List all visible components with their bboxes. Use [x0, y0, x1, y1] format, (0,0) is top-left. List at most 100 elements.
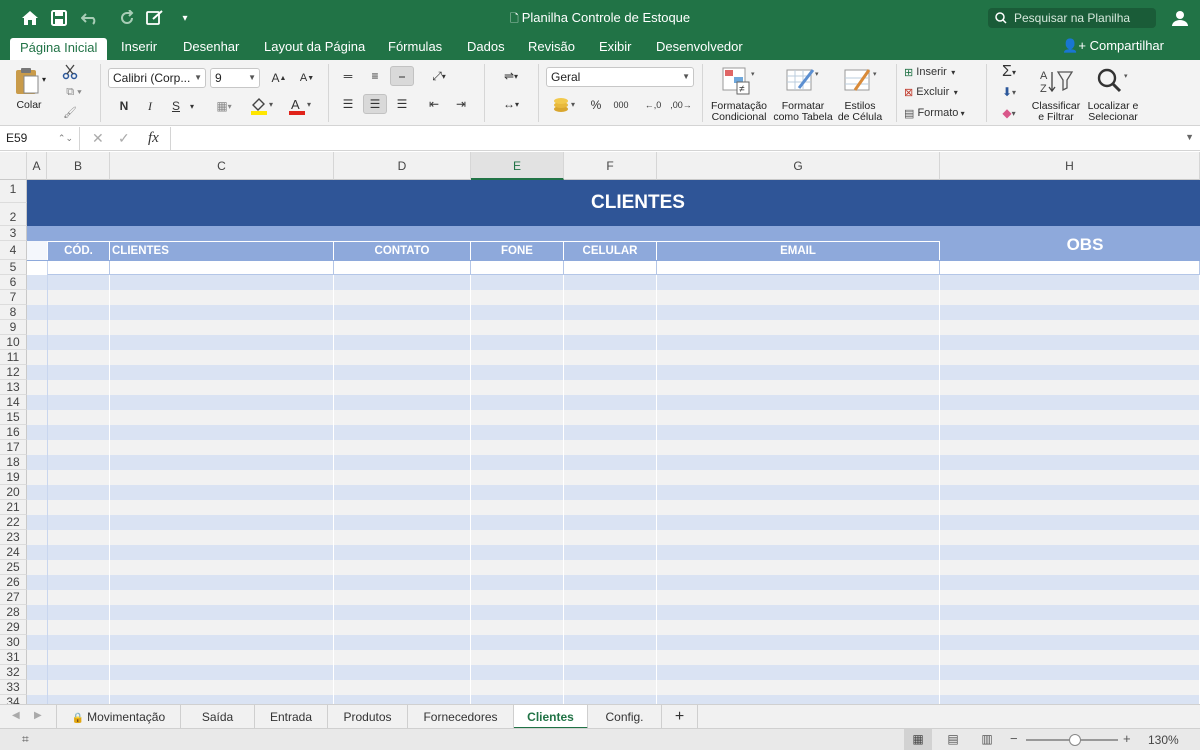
header-email[interactable]: EMAIL: [657, 241, 940, 260]
page-layout-view-icon[interactable]: ▤: [942, 729, 964, 750]
table-cell[interactable]: [564, 545, 657, 560]
table-row[interactable]: [27, 650, 1200, 665]
table-row[interactable]: [27, 695, 1200, 704]
table-cell[interactable]: [564, 350, 657, 365]
cancel-icon[interactable]: ✕: [92, 130, 104, 147]
table-cell[interactable]: [471, 440, 564, 455]
table-cell[interactable]: [564, 665, 657, 680]
table-cell[interactable]: [940, 455, 1200, 470]
header-obs[interactable]: OBS: [940, 226, 1200, 261]
zoom-in-button[interactable]: +: [1123, 731, 1131, 746]
sheet-tab-saida[interactable]: Saída: [181, 705, 255, 729]
table-cell[interactable]: [657, 500, 940, 515]
table-cell[interactable]: [471, 335, 564, 350]
table-cell[interactable]: [110, 365, 334, 380]
table-cell[interactable]: [657, 680, 940, 695]
row-header-6[interactable]: 6: [0, 275, 27, 290]
row-header-19[interactable]: 19: [0, 470, 27, 485]
autosum-icon[interactable]: Σ ▾: [994, 62, 1024, 82]
table-cell[interactable]: [47, 575, 110, 590]
number-format-select[interactable]: Geral ▼: [546, 67, 694, 87]
table-cell[interactable]: [940, 260, 1200, 275]
table-cell[interactable]: [940, 635, 1200, 650]
table-row[interactable]: [27, 575, 1200, 590]
table-cell[interactable]: [657, 515, 940, 530]
table-cell[interactable]: [47, 410, 110, 425]
column-header-d[interactable]: D: [334, 152, 471, 180]
table-cell[interactable]: [47, 260, 110, 275]
tab-desenvolvedor[interactable]: Desenvolvedor: [646, 36, 753, 60]
table-cell[interactable]: [47, 455, 110, 470]
decrease-indent-icon[interactable]: ⇤: [422, 94, 446, 114]
table-cell[interactable]: [471, 455, 564, 470]
next-sheet-icon[interactable]: ▶: [34, 710, 42, 721]
table-cell[interactable]: [940, 365, 1200, 380]
row-header-22[interactable]: 22: [0, 515, 27, 530]
sheet-tab-config[interactable]: Config.: [588, 705, 662, 729]
table-cell[interactable]: [110, 335, 334, 350]
sheet-tab-fornecedores[interactable]: Fornecedores: [408, 705, 514, 729]
table-cell[interactable]: [940, 620, 1200, 635]
row-header-13[interactable]: 13: [0, 380, 27, 395]
fill-color-icon[interactable]: ▾: [244, 96, 280, 116]
table-cell[interactable]: [940, 395, 1200, 410]
table-cell[interactable]: [564, 395, 657, 410]
decrease-decimal-icon[interactable]: ,00→: [668, 95, 694, 115]
zoom-level[interactable]: 130%: [1148, 733, 1179, 747]
increase-decimal-icon[interactable]: ←,0: [640, 95, 666, 115]
table-cell[interactable]: [47, 335, 110, 350]
align-top-icon[interactable]: ═: [336, 66, 360, 86]
table-row[interactable]: [27, 305, 1200, 320]
row-header-2[interactable]: 2: [0, 203, 27, 226]
table-cell[interactable]: [334, 440, 471, 455]
row-header-30[interactable]: 30: [0, 635, 27, 650]
table-cell[interactable]: [47, 470, 110, 485]
table-cell[interactable]: [334, 485, 471, 500]
table-row[interactable]: [27, 290, 1200, 305]
table-cell[interactable]: [940, 605, 1200, 620]
row-header-16[interactable]: 16: [0, 425, 27, 440]
table-row[interactable]: [27, 260, 1200, 275]
table-cell[interactable]: [564, 620, 657, 635]
table-cell[interactable]: [110, 305, 334, 320]
table-cell[interactable]: [940, 335, 1200, 350]
enter-icon[interactable]: ✓: [118, 130, 130, 147]
table-cell[interactable]: [334, 365, 471, 380]
table-row[interactable]: [27, 335, 1200, 350]
table-cell[interactable]: [47, 380, 110, 395]
table-row[interactable]: [27, 275, 1200, 290]
header-celular[interactable]: CELULAR: [564, 241, 657, 260]
column-header-g[interactable]: G: [657, 152, 940, 180]
orientation-icon[interactable]: ⤢ ▾: [422, 66, 456, 86]
table-cell[interactable]: [471, 275, 564, 290]
table-cell[interactable]: [110, 665, 334, 680]
header-clientes[interactable]: CLIENTES: [110, 241, 334, 260]
table-cell[interactable]: [47, 365, 110, 380]
table-cell[interactable]: [110, 695, 334, 704]
row-header-11[interactable]: 11: [0, 350, 27, 365]
table-cell[interactable]: [657, 530, 940, 545]
cell-styles-button[interactable]: ▾: [840, 64, 880, 98]
header-fone[interactable]: FONE: [471, 241, 564, 260]
table-cell[interactable]: [334, 350, 471, 365]
table-cell[interactable]: [657, 305, 940, 320]
table-cell[interactable]: [47, 485, 110, 500]
table-cell[interactable]: [471, 260, 564, 275]
align-right-icon[interactable]: ☰: [390, 94, 414, 114]
table-cell[interactable]: [471, 500, 564, 515]
table-cell[interactable]: [940, 425, 1200, 440]
table-cell[interactable]: [657, 350, 940, 365]
table-cell[interactable]: [471, 635, 564, 650]
table-cell[interactable]: [657, 335, 940, 350]
table-cell[interactable]: [657, 620, 940, 635]
table-cell[interactable]: [47, 635, 110, 650]
format-as-table-button[interactable]: ▾: [782, 64, 822, 98]
table-cell[interactable]: [47, 275, 110, 290]
sheet-tab-entrada[interactable]: Entrada: [255, 705, 328, 729]
thousands-button[interactable]: 000: [608, 95, 634, 115]
table-cell[interactable]: [471, 410, 564, 425]
column-header-b[interactable]: B: [47, 152, 110, 180]
table-cell[interactable]: [471, 350, 564, 365]
font-color-icon[interactable]: A ▾: [282, 96, 318, 116]
column-header-a[interactable]: A: [27, 152, 47, 180]
